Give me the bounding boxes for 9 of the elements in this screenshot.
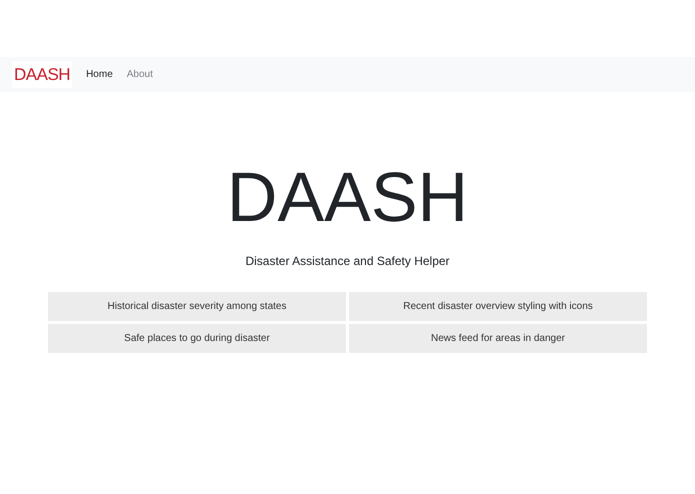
logo[interactable]: DAASH bbox=[12, 60, 72, 88]
nav-link[interactable]: Home bbox=[86, 67, 113, 82]
feature-cell: Safe places to go during disaster bbox=[48, 324, 346, 353]
hero-subtitle: Disaster Assistance and Safety Helper bbox=[244, 253, 451, 270]
nav-link[interactable]: About bbox=[126, 67, 153, 82]
feature-cell: News feed for areas in danger bbox=[349, 324, 647, 353]
hero-title: DAASH bbox=[226, 162, 470, 232]
feature-cell: Recent disaster overview styling with icons bbox=[349, 292, 647, 321]
feature-cell: Historical disaster severity among states bbox=[48, 292, 346, 321]
